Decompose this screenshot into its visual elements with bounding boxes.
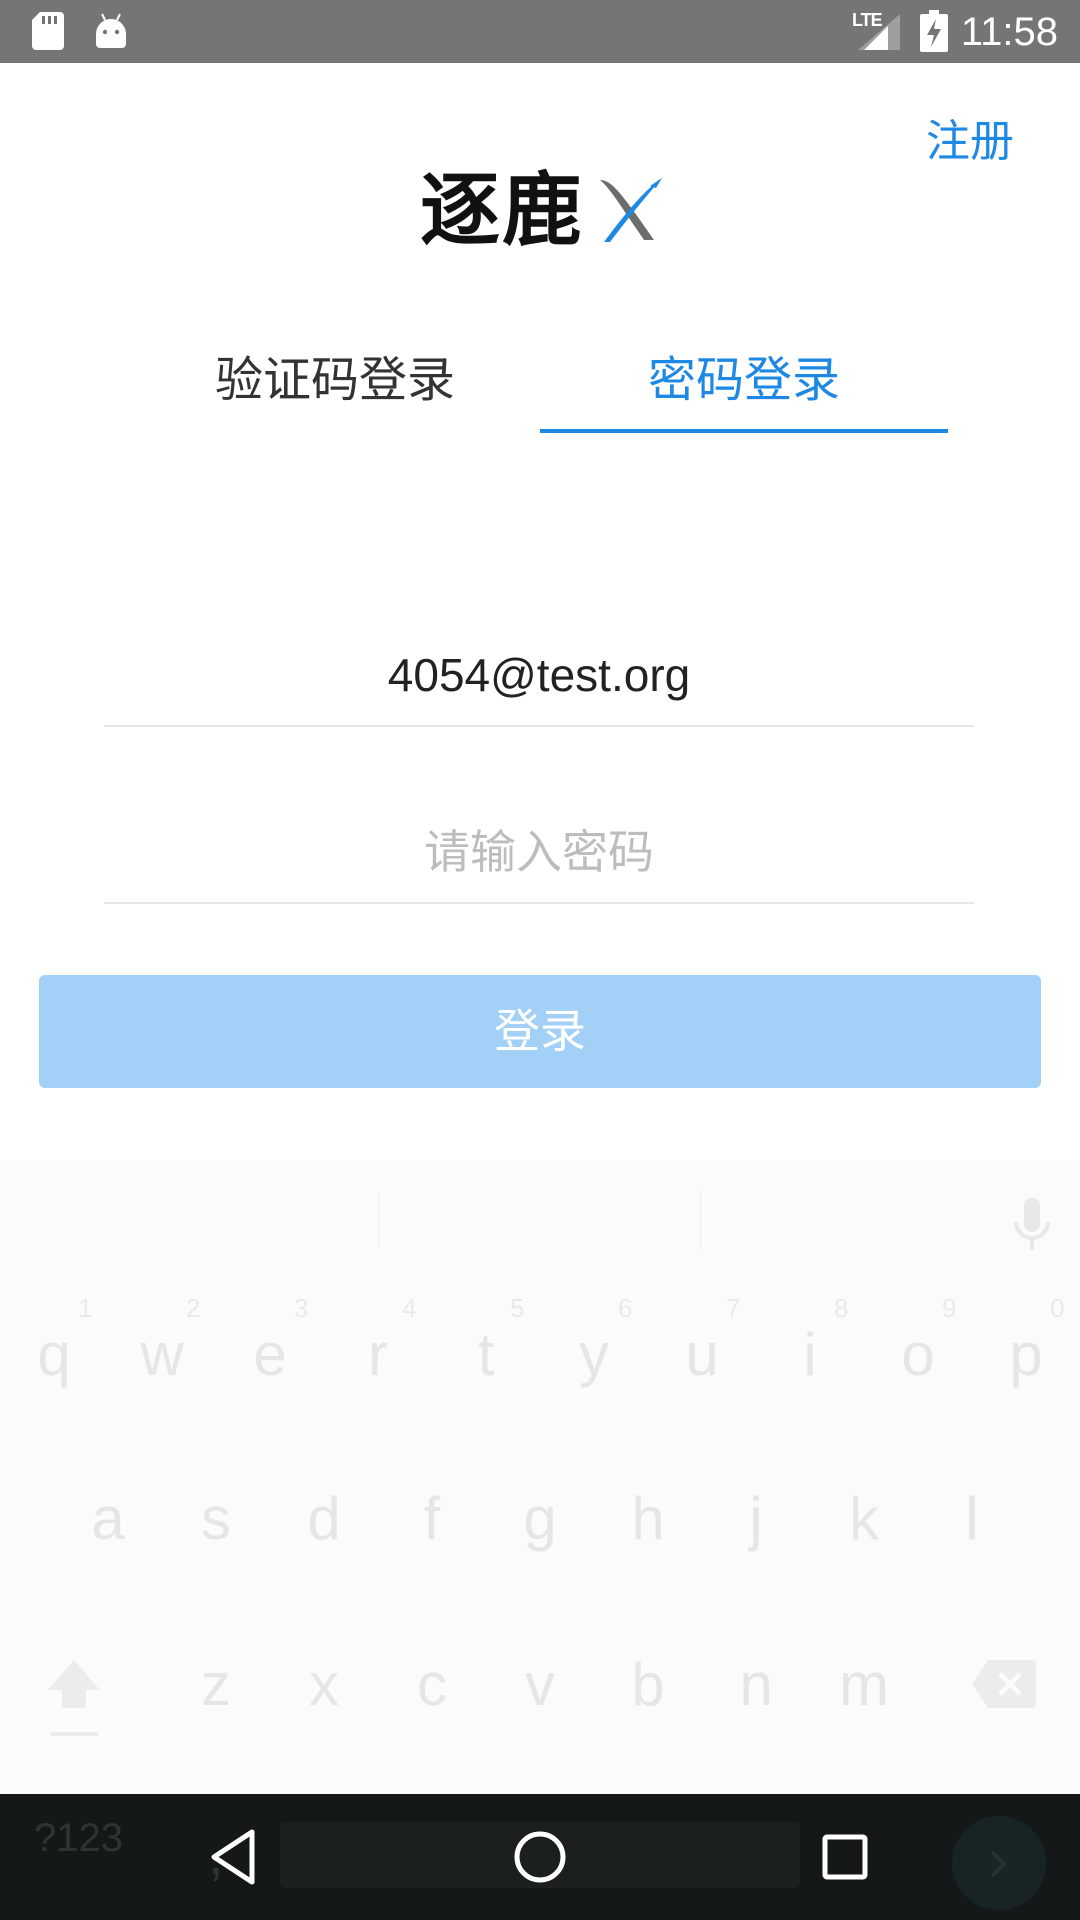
key-t[interactable]: t [432, 1320, 540, 1390]
suggestion-divider [378, 1190, 379, 1250]
key-i[interactable]: i [756, 1320, 864, 1390]
key-p[interactable]: p [972, 1320, 1080, 1390]
shift-icon[interactable] [44, 1656, 104, 1740]
backspace-icon[interactable] [972, 1660, 1036, 1708]
key-x[interactable]: x [270, 1650, 378, 1720]
signal-icon [858, 14, 900, 50]
key-b[interactable]: b [594, 1650, 702, 1720]
app-logo: 逐鹿 [420, 168, 664, 252]
key-d[interactable]: d [270, 1484, 378, 1554]
android-icon [96, 13, 126, 48]
status-bar: LTE 11:58 [0, 0, 1080, 63]
key-f[interactable]: f [378, 1484, 486, 1554]
key-e[interactable]: e [216, 1320, 324, 1390]
key-s[interactable]: s [162, 1484, 270, 1554]
key-w[interactable]: w [108, 1320, 216, 1390]
recents-icon[interactable] [810, 1822, 880, 1892]
sd-card-icon [32, 12, 64, 50]
active-tab-indicator [540, 429, 948, 433]
key-c[interactable]: c [378, 1650, 486, 1720]
symbols-key[interactable]: ?123 [34, 1816, 123, 1861]
key-y[interactable]: y [540, 1320, 648, 1390]
key-r[interactable]: r [324, 1320, 432, 1390]
key-l[interactable]: l [918, 1484, 1026, 1554]
key-z[interactable]: z [162, 1650, 270, 1720]
key-n[interactable]: n [702, 1650, 810, 1720]
key-q[interactable]: q [0, 1320, 108, 1390]
chevron-right-icon [990, 1850, 1007, 1878]
battery-charging-icon [920, 10, 948, 52]
register-link[interactable]: 注册 [926, 112, 1014, 172]
password-field[interactable]: 请输入密码 [104, 802, 974, 904]
key-u[interactable]: u [648, 1320, 756, 1390]
key-o[interactable]: o [864, 1320, 972, 1390]
key-j[interactable]: j [702, 1484, 810, 1554]
back-icon[interactable] [200, 1822, 270, 1892]
home-icon[interactable] [505, 1822, 575, 1892]
logo-x-mark-icon [600, 178, 662, 242]
login-button[interactable]: 登录 [39, 975, 1041, 1088]
tab-sms-code-login[interactable]: 验证码登录 [120, 340, 550, 430]
clock: 11:58 [960, 10, 1058, 54]
microphone-icon[interactable] [1012, 1198, 1052, 1254]
tab-password-login[interactable]: 密码登录 [540, 340, 948, 430]
logo-text: 逐鹿 [420, 163, 584, 257]
key-v[interactable]: v [486, 1650, 594, 1720]
key-h[interactable]: h [594, 1484, 702, 1554]
key-g[interactable]: g [486, 1484, 594, 1554]
key-m[interactable]: m [810, 1650, 918, 1720]
suggestion-divider [700, 1190, 701, 1250]
email-field[interactable]: 4054@test.org [104, 625, 974, 727]
soft-keyboard: 1 2 3 4 5 6 7 8 9 0 q w e r t y u i o p … [0, 1160, 1080, 1794]
key-k[interactable]: k [810, 1484, 918, 1554]
key-a[interactable]: a [54, 1484, 162, 1554]
navigation-bar: ?123 , [0, 1794, 1080, 1920]
